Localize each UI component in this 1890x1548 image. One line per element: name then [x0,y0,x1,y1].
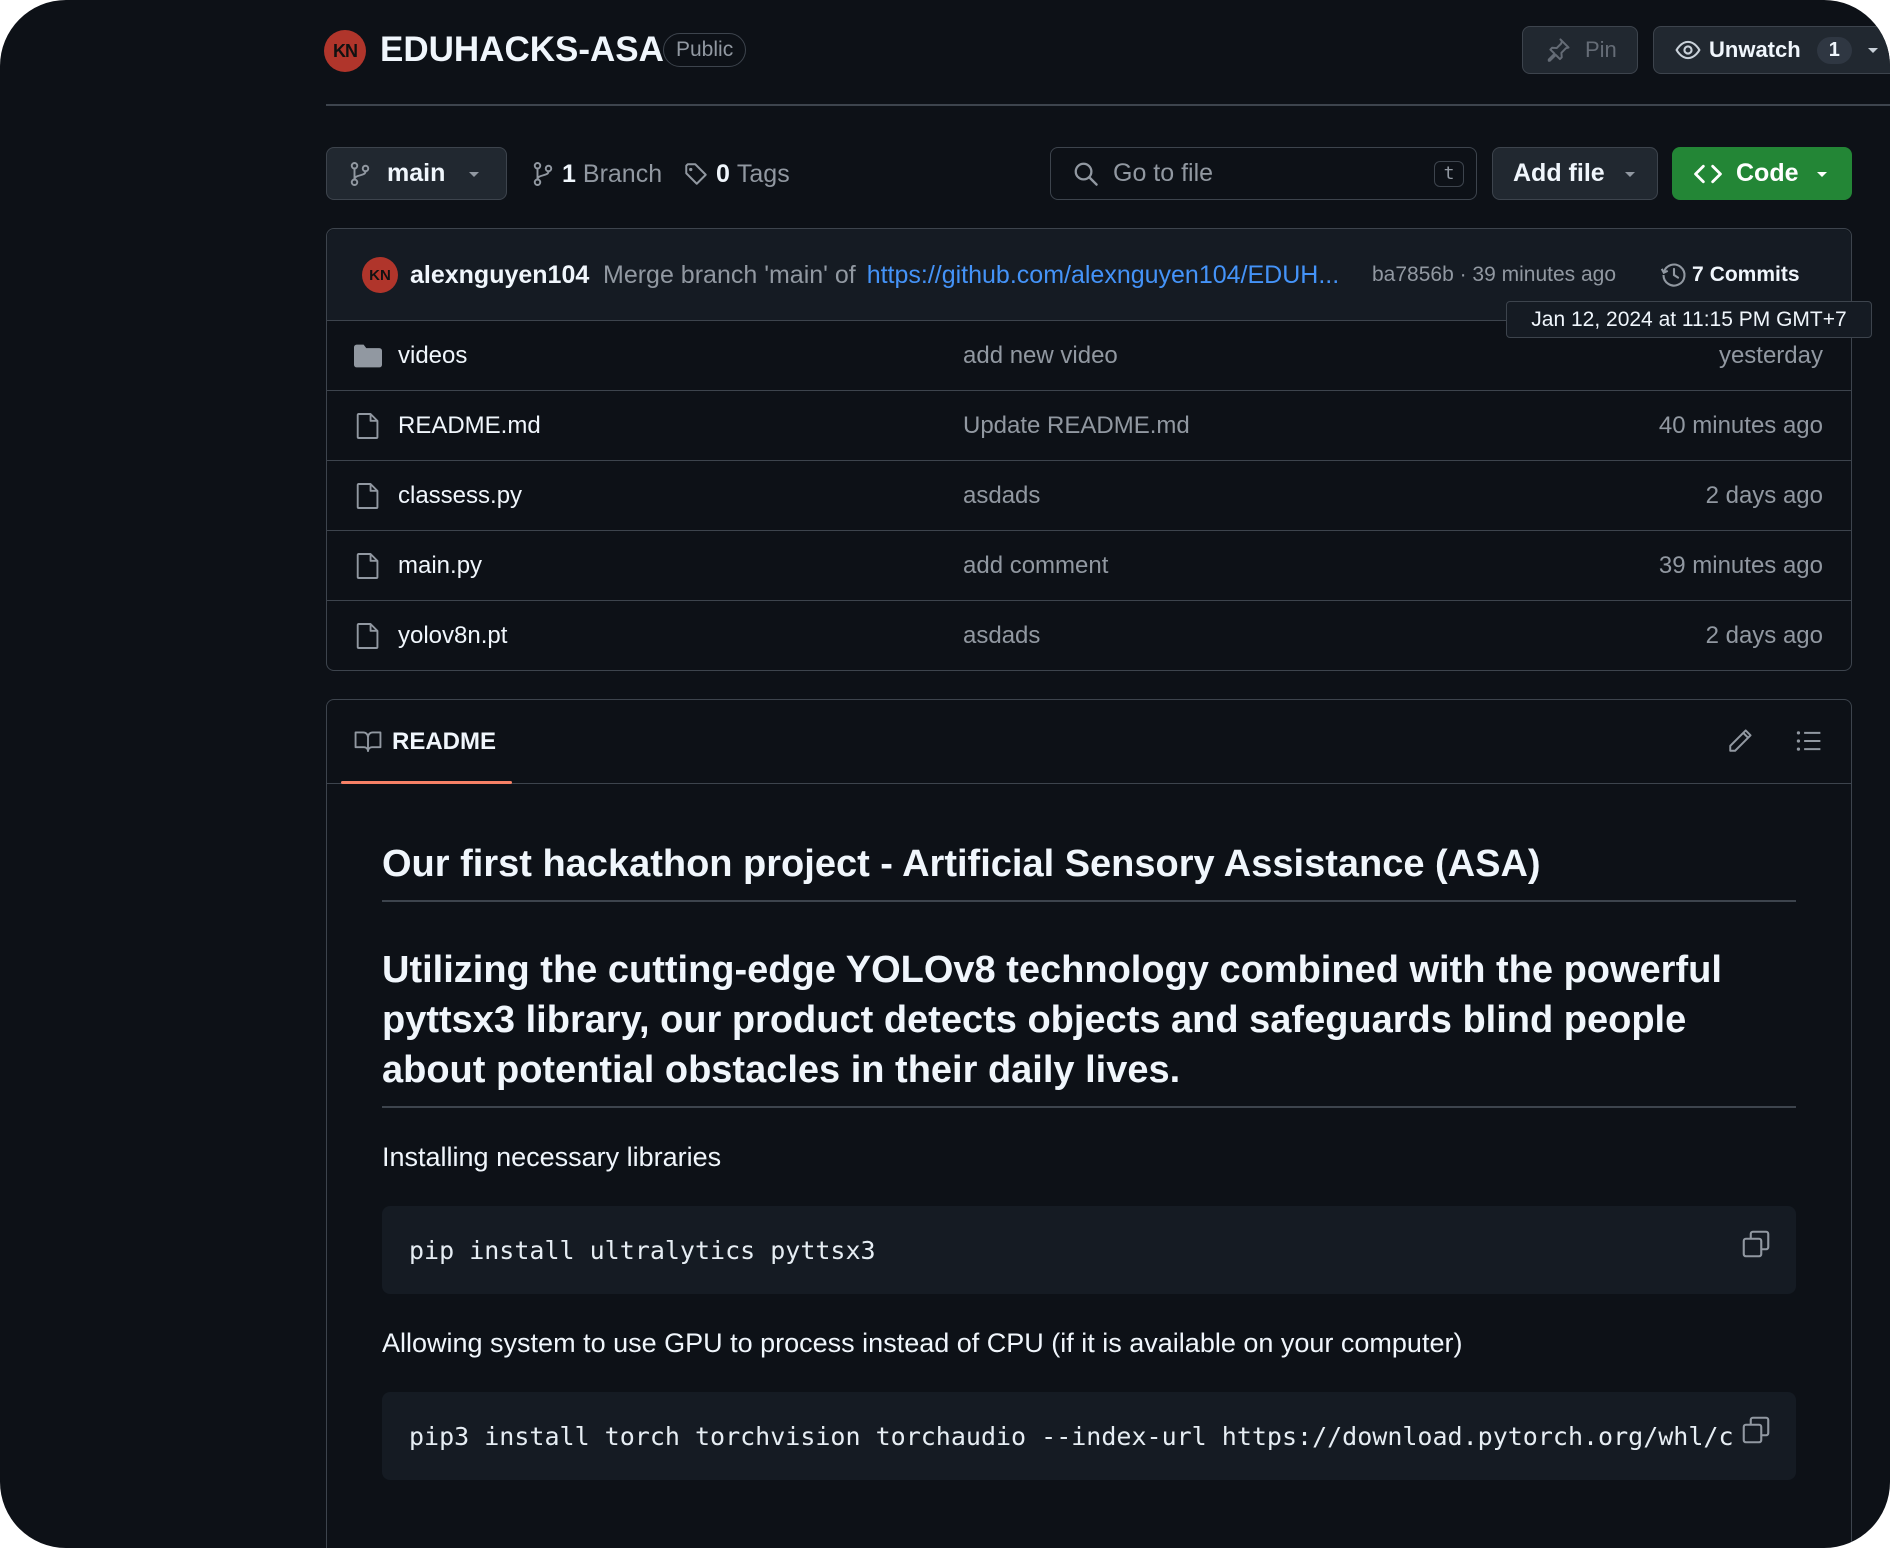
tag-count: 0 [716,159,730,188]
readme-tab[interactable]: README [341,724,512,784]
readme-tab-label: README [392,728,497,755]
git-branch-icon [532,161,554,187]
search-icon [1073,161,1099,187]
file-commit-message[interactable]: asdads [963,622,1040,650]
file-name[interactable]: yolov8n.pt [398,622,507,650]
readme-header-divider [327,783,1851,784]
chevron-down-icon [1623,169,1637,179]
branch-label: Branch [582,159,663,188]
file-commit-message[interactable]: Update README.md [963,412,1190,440]
readme-paragraph: Allowing system to use GPU to process in… [382,1328,1463,1358]
app-window: KN EDUHACKS-ASA Public Pin Unwatch 1 mai… [0,0,1890,1548]
code-block: pip3 install torch torchvision torchaudi… [382,1392,1796,1480]
go-to-file-input[interactable]: Go to file t [1050,147,1477,200]
add-file-label: Add file [1513,159,1605,187]
file-name[interactable]: README.md [398,412,541,440]
repo-avatar[interactable]: KN [324,30,366,72]
tag-icon [684,162,708,186]
code-button[interactable]: Code [1672,147,1852,200]
book-icon [354,729,382,753]
file-commit-message[interactable]: add comment [963,552,1108,580]
readme-paragraph: Installing necessary libraries [382,1142,722,1172]
code-block: pip install ultralytics pyttsx3 [382,1206,1796,1294]
file-commit-message[interactable]: add new video [963,342,1118,370]
search-placeholder: Go to file [1113,159,1214,187]
commits-link[interactable]: 7 Commits [1660,258,1800,292]
outline-list-icon[interactable] [1796,729,1822,753]
file-icon [356,412,380,440]
code-text: pip3 install torch torchvision torchaudi… [409,1421,1734,1451]
pin-button[interactable]: Pin [1522,26,1638,74]
file-row[interactable]: yolov8n.pt asdads 2 days ago [326,600,1852,670]
folder-icon [354,344,382,368]
repo-name[interactable]: EDUHACKS-ASA [380,28,664,72]
tag-label: Tags [736,159,790,188]
commit-message: Merge branch 'main' of https://github.co… [603,260,1339,290]
file-name[interactable]: videos [398,342,467,370]
header-divider [326,104,1890,106]
copy-icon[interactable] [1742,1230,1770,1258]
branches-link[interactable]: 1 Branch [532,156,662,192]
code-label: Code [1736,159,1799,187]
file-row[interactable]: main.py add comment 39 minutes ago [326,530,1852,600]
unwatch-button[interactable]: Unwatch 1 [1653,26,1890,74]
git-branch-icon [349,161,371,187]
pin-label: Pin [1585,37,1617,62]
file-commit-time: 2 days ago [1705,621,1823,649]
chevron-down-icon [1815,169,1829,179]
file-commit-time: 40 minutes ago [1658,411,1823,439]
file-commit-time: yesterday [1718,341,1823,369]
commits-count: 7 [1692,263,1704,286]
branch-name: main [387,159,446,187]
chevron-down-icon [1866,45,1880,55]
edit-icon[interactable] [1727,728,1753,754]
chevron-down-icon [467,169,481,179]
file-row[interactable]: classess.py asdads 2 days ago [326,460,1852,530]
heading-divider [382,900,1796,902]
heading-divider [382,1106,1796,1108]
commits-label: Commits [1709,263,1800,286]
commit-message-text[interactable]: Merge branch 'main' of [603,261,856,289]
file-commit-message[interactable]: asdads [963,482,1040,510]
history-icon [1660,261,1688,289]
eye-icon [1675,37,1701,63]
commit-message-link[interactable]: https://github.com/alexnguyen104/EDUH... [867,261,1340,289]
file-row[interactable]: README.md Update README.md 40 minutes ag… [326,390,1852,460]
active-tab-underline [341,781,512,784]
add-file-button[interactable]: Add file [1492,147,1658,200]
file-commit-time: 2 days ago [1705,481,1823,509]
branch-count: 1 [562,159,576,188]
shortcut-key: t [1434,161,1464,187]
commit-avatar[interactable]: KN [362,257,398,293]
watch-count: 1 [1816,36,1852,64]
readme-heading-1: Our first hackathon project - Artificial… [382,843,1541,885]
pin-icon [1545,37,1571,63]
branch-selector[interactable]: main [326,147,507,200]
unwatch-label: Unwatch [1709,37,1801,62]
file-name[interactable]: classess.py [398,482,522,510]
copy-icon[interactable] [1736,1416,1770,1444]
commit-author[interactable]: alexnguyen104 [410,260,589,290]
file-icon [356,552,380,580]
visibility-badge: Public [663,33,747,67]
file-name[interactable]: main.py [398,552,482,580]
file-commit-time: 39 minutes ago [1658,551,1823,579]
commit-time-tooltip: Jan 12, 2024 at 11:15 PM GMT+7 [1506,301,1872,338]
code-icon [1694,162,1722,186]
readme-heading-2: Utilizing the cutting-edge YOLOv8 techno… [382,949,1722,1091]
file-icon [356,482,380,510]
tags-link[interactable]: 0 Tags [684,156,790,192]
code-text: pip install ultralytics pyttsx3 [409,1235,876,1265]
file-icon [356,622,380,650]
commit-hash-time[interactable]: ba7856b · 39 minutes ago [1372,262,1616,288]
